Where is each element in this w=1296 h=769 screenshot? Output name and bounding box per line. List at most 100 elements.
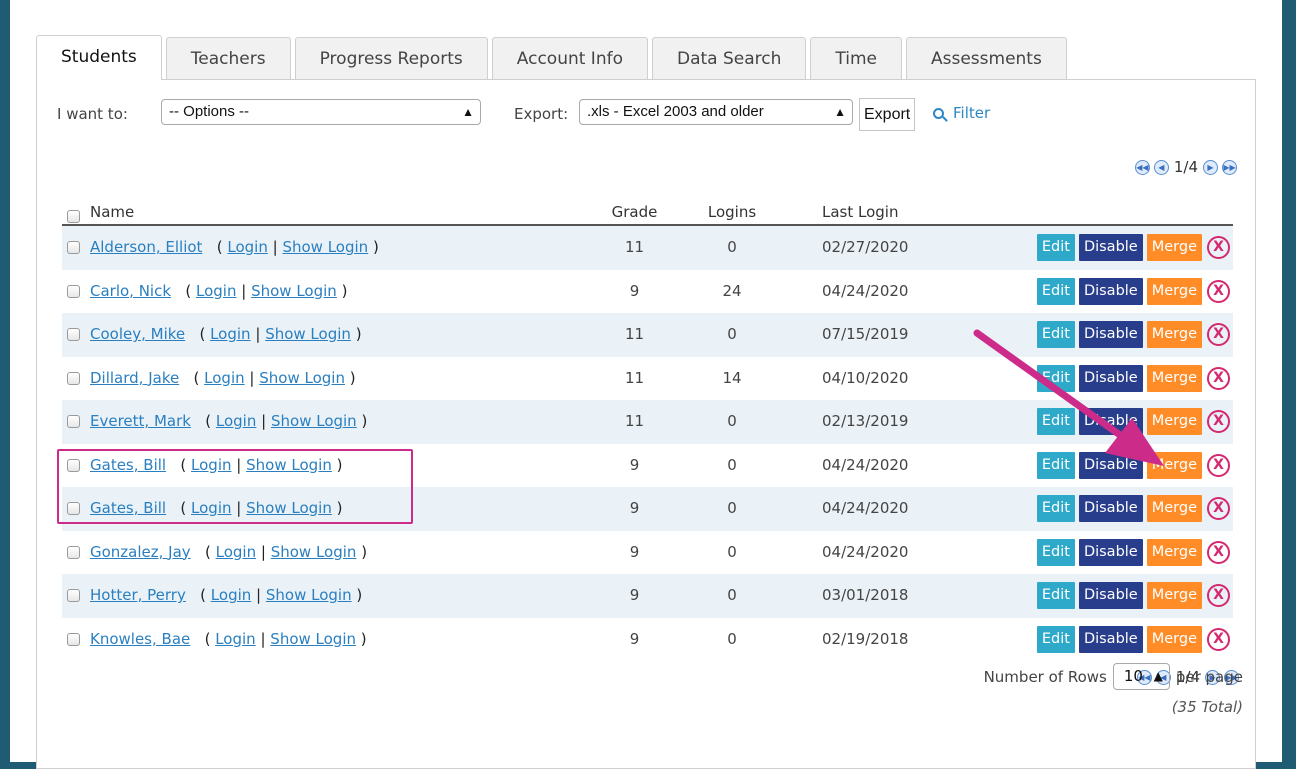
header-grade[interactable]: Grade bbox=[597, 203, 672, 221]
row-checkbox[interactable] bbox=[67, 415, 80, 428]
edit-button[interactable]: Edit bbox=[1036, 495, 1075, 522]
disable-button[interactable]: Disable bbox=[1078, 625, 1143, 653]
student-name-link[interactable]: Knowles, Bae bbox=[90, 630, 190, 648]
tab-account-info[interactable]: Account Info bbox=[491, 37, 648, 80]
row-checkbox[interactable] bbox=[67, 632, 80, 646]
login-link[interactable]: Login bbox=[191, 456, 231, 474]
edit-button[interactable]: Edit bbox=[1036, 582, 1075, 609]
tab-progress-reports[interactable]: Progress Reports bbox=[294, 37, 488, 80]
login-link[interactable]: Login bbox=[216, 543, 256, 561]
login-link[interactable]: Login bbox=[204, 369, 244, 387]
delete-circle-icon[interactable]: X bbox=[1207, 323, 1230, 346]
show-login-link[interactable]: Show Login bbox=[265, 325, 351, 343]
select-all-checkbox[interactable] bbox=[67, 210, 80, 223]
delete-circle-icon[interactable]: X bbox=[1207, 453, 1230, 477]
filter-link[interactable]: Filter bbox=[933, 104, 990, 122]
show-login-link[interactable]: Show Login bbox=[266, 586, 352, 604]
merge-button[interactable]: Merge bbox=[1146, 277, 1202, 305]
disable-button[interactable]: Disable bbox=[1078, 495, 1143, 522]
edit-button[interactable]: Edit bbox=[1036, 321, 1075, 348]
student-name-link[interactable]: Everett, Mark bbox=[90, 412, 191, 430]
login-link[interactable]: Login bbox=[191, 499, 231, 517]
edit-button[interactable]: Edit bbox=[1036, 277, 1075, 305]
header-name[interactable]: Name bbox=[90, 203, 134, 221]
row-checkbox[interactable] bbox=[67, 502, 80, 515]
edit-button[interactable]: Edit bbox=[1036, 364, 1075, 392]
edit-button[interactable]: Edit bbox=[1036, 538, 1075, 566]
merge-button[interactable]: Merge bbox=[1146, 234, 1202, 261]
show-login-link[interactable]: Show Login bbox=[251, 282, 337, 300]
row-checkbox[interactable] bbox=[67, 371, 80, 385]
login-link[interactable]: Login bbox=[216, 412, 256, 430]
edit-button[interactable]: Edit bbox=[1036, 625, 1075, 653]
merge-button[interactable]: Merge bbox=[1146, 451, 1202, 479]
tab-students[interactable]: Students bbox=[36, 35, 162, 80]
export-format-select[interactable]: .xls - Excel 2003 and older ▲︎ bbox=[579, 99, 853, 125]
show-login-link[interactable]: Show Login bbox=[246, 499, 332, 517]
delete-circle-icon[interactable]: X bbox=[1207, 236, 1230, 259]
show-login-link[interactable]: Show Login bbox=[271, 543, 357, 561]
options-select[interactable]: -- Options -- ▲︎ bbox=[161, 99, 481, 125]
disable-button[interactable]: Disable bbox=[1078, 408, 1143, 435]
edit-button[interactable]: Edit bbox=[1036, 234, 1075, 261]
login-link[interactable]: Login bbox=[211, 586, 251, 604]
tab-assessments[interactable]: Assessments bbox=[906, 37, 1067, 80]
disable-button[interactable]: Disable bbox=[1078, 451, 1143, 479]
edit-button[interactable]: Edit bbox=[1036, 408, 1075, 435]
delete-circle-icon[interactable]: X bbox=[1207, 366, 1230, 390]
row-checkbox[interactable] bbox=[67, 458, 80, 472]
disable-button[interactable]: Disable bbox=[1078, 234, 1143, 261]
tab-data-search[interactable]: Data Search bbox=[651, 37, 807, 80]
row-checkbox[interactable] bbox=[67, 284, 80, 298]
rows-select[interactable]: 10 ▲ bbox=[1112, 663, 1170, 690]
merge-button[interactable]: Merge bbox=[1146, 538, 1202, 566]
student-name-link[interactable]: Gonzalez, Jay bbox=[90, 543, 191, 561]
row-checkbox[interactable] bbox=[67, 328, 80, 341]
row-checkbox[interactable] bbox=[67, 589, 80, 602]
next-page-icon[interactable]: ▶ bbox=[1203, 159, 1218, 175]
merge-button[interactable]: Merge bbox=[1146, 364, 1202, 392]
delete-circle-icon[interactable]: X bbox=[1207, 410, 1230, 433]
student-name-link[interactable]: Gates, Bill bbox=[90, 499, 166, 517]
edit-button[interactable]: Edit bbox=[1036, 451, 1075, 479]
student-name-link[interactable]: Carlo, Nick bbox=[90, 282, 171, 300]
row-checkbox[interactable] bbox=[67, 545, 80, 559]
header-logins[interactable]: Logins bbox=[702, 203, 762, 221]
student-name-link[interactable]: Hotter, Perry bbox=[90, 586, 186, 604]
delete-circle-icon[interactable]: X bbox=[1207, 627, 1230, 651]
student-name-link[interactable]: Gates, Bill bbox=[90, 456, 166, 474]
login-link[interactable]: Login bbox=[227, 238, 267, 256]
delete-circle-icon[interactable]: X bbox=[1207, 279, 1230, 303]
merge-button[interactable]: Merge bbox=[1146, 408, 1202, 435]
last-page-icon[interactable]: ▶▶ bbox=[1222, 159, 1237, 175]
login-link[interactable]: Login bbox=[210, 325, 250, 343]
login-link[interactable]: Login bbox=[215, 630, 255, 648]
disable-button[interactable]: Disable bbox=[1078, 277, 1143, 305]
show-login-link[interactable]: Show Login bbox=[246, 456, 332, 474]
delete-circle-icon[interactable]: X bbox=[1207, 540, 1230, 564]
delete-circle-icon[interactable]: X bbox=[1207, 497, 1230, 520]
tab-teachers[interactable]: Teachers bbox=[165, 37, 291, 80]
export-button[interactable]: Export bbox=[859, 98, 916, 131]
merge-button[interactable]: Merge bbox=[1146, 582, 1202, 609]
login-link[interactable]: Login bbox=[196, 282, 236, 300]
disable-button[interactable]: Disable bbox=[1078, 582, 1143, 609]
delete-circle-icon[interactable]: X bbox=[1207, 584, 1230, 607]
show-login-link[interactable]: Show Login bbox=[270, 630, 356, 648]
row-checkbox[interactable] bbox=[67, 241, 80, 254]
disable-button[interactable]: Disable bbox=[1078, 538, 1143, 566]
merge-button[interactable]: Merge bbox=[1146, 625, 1202, 653]
show-login-link[interactable]: Show Login bbox=[271, 412, 357, 430]
disable-button[interactable]: Disable bbox=[1078, 364, 1143, 392]
prev-page-icon[interactable]: ◀ bbox=[1153, 159, 1169, 175]
merge-button[interactable]: Merge bbox=[1146, 495, 1202, 522]
header-last-login[interactable]: Last Login bbox=[822, 203, 898, 221]
tab-time[interactable]: Time bbox=[810, 37, 902, 80]
show-login-link[interactable]: Show Login bbox=[282, 238, 368, 256]
student-name-link[interactable]: Alderson, Elliot bbox=[90, 238, 202, 256]
student-name-link[interactable]: Cooley, Mike bbox=[90, 325, 185, 343]
merge-button[interactable]: Merge bbox=[1146, 321, 1202, 348]
student-name-link[interactable]: Dillard, Jake bbox=[90, 369, 179, 387]
disable-button[interactable]: Disable bbox=[1078, 321, 1143, 348]
first-page-icon[interactable]: ◀◀ bbox=[1134, 159, 1150, 175]
